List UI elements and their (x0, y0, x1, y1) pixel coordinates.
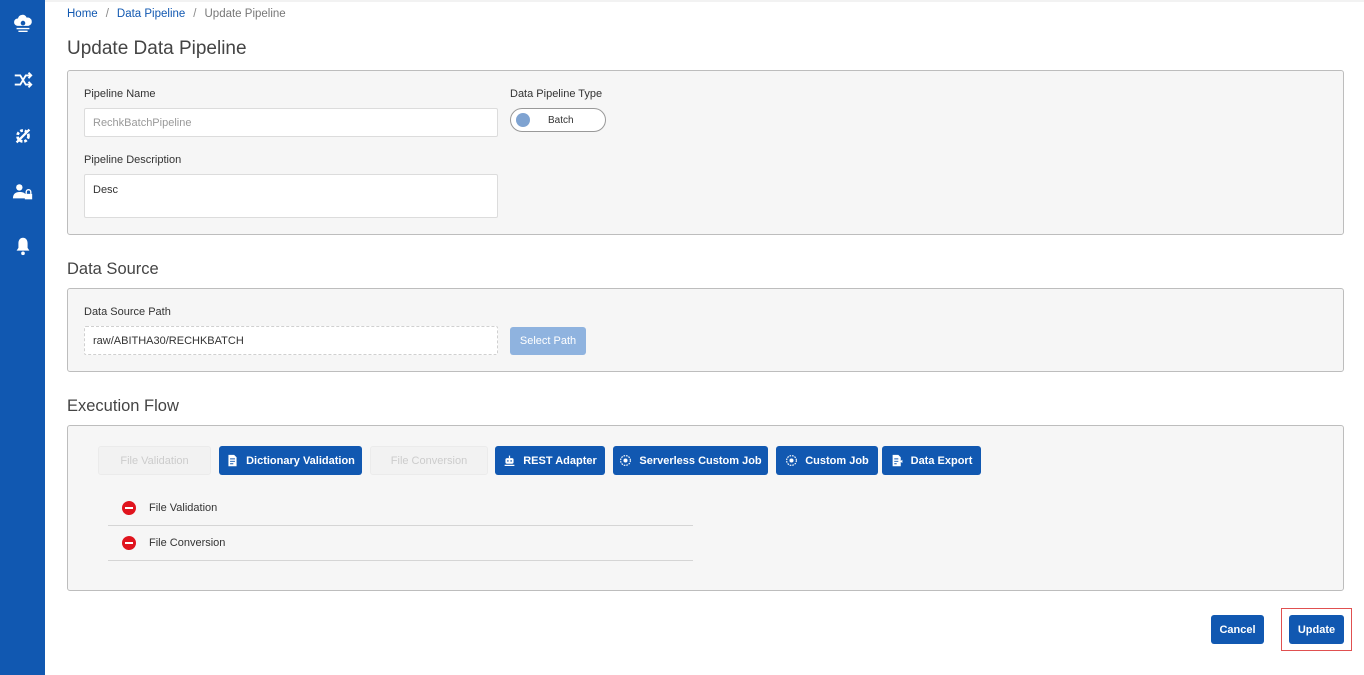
tools-icon[interactable] (10, 124, 35, 148)
pipeline-type-value: Batch (548, 114, 574, 126)
custom-job-button-label: Custom Job (805, 454, 869, 467)
breadcrumb-current: Update Pipeline (204, 8, 286, 20)
shuffle-icon[interactable] (10, 68, 35, 92)
data-export-button[interactable]: Data Export (882, 446, 981, 475)
bell-icon[interactable] (10, 234, 35, 258)
pipeline-description-label: Pipeline Description (84, 154, 182, 166)
data-export-button-label: Data Export (910, 454, 973, 467)
sidebar (0, 0, 45, 675)
robot-icon (504, 455, 515, 466)
breadcrumb: Home / Data Pipeline / Update Pipeline (67, 8, 286, 20)
step-label: File Validation (149, 502, 218, 514)
top-divider (45, 0, 1364, 2)
document-list-icon (228, 454, 237, 467)
file-validation-button-label: File Validation (120, 454, 189, 467)
page-title: Update Data Pipeline (67, 38, 247, 59)
cloud-user-icon[interactable] (10, 12, 35, 36)
pipeline-name-label: Pipeline Name (84, 88, 156, 100)
update-button[interactable]: Update (1289, 615, 1344, 644)
pipeline-type-toggle[interactable]: Batch (510, 108, 606, 132)
serverless-custom-job-button-label: Serverless Custom Job (639, 454, 762, 467)
toggle-knob (516, 113, 530, 127)
serverless-custom-job-button[interactable]: Serverless Custom Job (613, 446, 768, 475)
dictionary-validation-button[interactable]: Dictionary Validation (219, 446, 362, 475)
breadcrumb-home[interactable]: Home (67, 8, 98, 20)
data-source-title: Data Source (67, 260, 159, 278)
list-item: File Validation (108, 491, 693, 526)
pipeline-type-label: Data Pipeline Type (510, 88, 603, 100)
breadcrumb-separator: / (193, 8, 197, 20)
custom-job-button[interactable]: Custom Job (776, 446, 878, 475)
execution-flow-title: Execution Flow (67, 397, 179, 415)
data-source-path-label: Data Source Path (84, 306, 171, 318)
gear-globe-icon (620, 455, 632, 466)
data-source-path-input[interactable]: raw/ABITHA30/RECHKBATCH (84, 326, 498, 355)
breadcrumb-separator: / (105, 8, 109, 20)
remove-icon[interactable] (122, 501, 136, 515)
breadcrumb-data-pipeline[interactable]: Data Pipeline (117, 8, 185, 20)
remove-icon[interactable] (122, 536, 136, 550)
rest-adapter-button-label: REST Adapter (523, 454, 597, 467)
export-document-icon (892, 454, 902, 467)
rest-adapter-button[interactable]: REST Adapter (495, 446, 605, 475)
file-validation-button[interactable]: File Validation (98, 446, 211, 475)
user-lock-icon[interactable] (10, 180, 35, 204)
file-conversion-button[interactable]: File Conversion (370, 446, 488, 475)
file-conversion-button-label: File Conversion (390, 454, 468, 467)
cancel-button[interactable]: Cancel (1211, 615, 1264, 644)
pipeline-name-input[interactable]: RechkBatchPipeline (84, 108, 498, 137)
select-path-button[interactable]: Select Path (510, 327, 586, 355)
step-label: File Conversion (149, 537, 226, 549)
dictionary-validation-button-label: Dictionary Validation (246, 454, 355, 467)
gear-globe-icon (786, 455, 798, 466)
pipeline-description-textarea[interactable]: Desc (84, 174, 498, 218)
list-item: File Conversion (108, 526, 693, 561)
